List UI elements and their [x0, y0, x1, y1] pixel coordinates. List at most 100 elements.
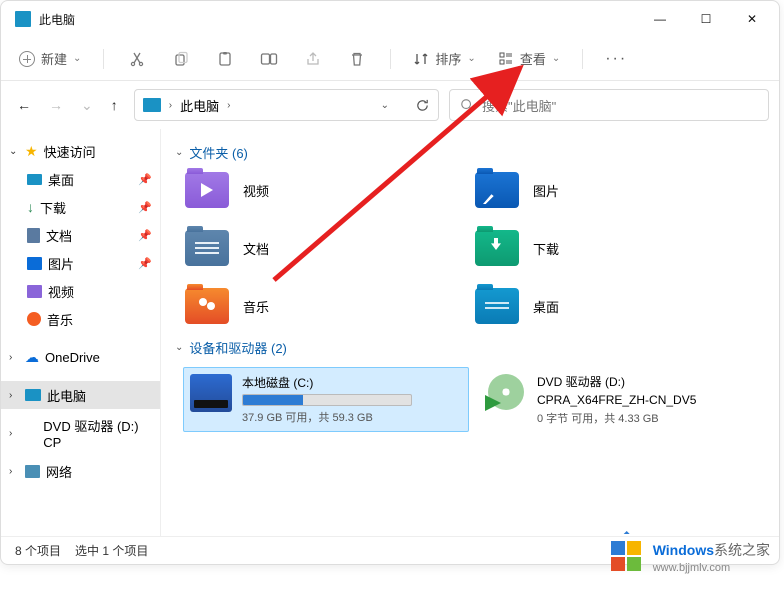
folder-documents[interactable]: 文档 — [185, 230, 475, 266]
this-pc-icon — [15, 11, 31, 27]
sidebar-item-label: 桌面 — [48, 170, 74, 189]
folder-label: 下载 — [533, 239, 559, 258]
expand-icon[interactable]: › — [9, 466, 19, 477]
chevron-down-icon: ⌄ — [552, 53, 560, 64]
drive-c[interactable]: 本地磁盘 (C:) 37.9 GB 可用，共 59.3 GB — [183, 367, 469, 432]
drives-grid: 本地磁盘 (C:) 37.9 GB 可用，共 59.3 GB DVD 驱动器 (… — [183, 367, 765, 432]
rename-button[interactable] — [258, 48, 280, 70]
new-button[interactable]: 新建 ⌄ — [19, 49, 81, 68]
network-icon — [25, 465, 40, 478]
recent-button[interactable]: ⌄ — [81, 97, 93, 114]
search-placeholder: 搜索"此电脑" — [482, 96, 556, 115]
sort-button-label: 排序 — [435, 49, 461, 68]
paste-button[interactable] — [214, 48, 236, 70]
folder-videos[interactable]: 视频 — [185, 172, 475, 208]
folder-label: 文档 — [243, 239, 269, 258]
sidebar-item-videos[interactable]: 视频 — [1, 277, 160, 305]
folder-music[interactable]: 音乐 — [185, 288, 475, 324]
collapse-icon[interactable]: ⌄ — [9, 146, 19, 157]
group-drives-header[interactable]: ⌄ 设备和驱动器 (2) — [175, 338, 765, 357]
folder-icon — [185, 172, 229, 208]
sidebar-item-label: 音乐 — [47, 310, 73, 329]
group-folders-header[interactable]: ⌄ 文件夹 (6) — [175, 143, 765, 162]
watermark-logo — [609, 539, 645, 575]
view-button[interactable]: 查看 ⌄ — [498, 49, 560, 68]
sidebar-onedrive[interactable]: ›☁OneDrive — [1, 343, 160, 371]
download-icon: ↓ — [27, 199, 34, 215]
view-button-label: 查看 — [520, 49, 546, 68]
expand-icon[interactable]: › — [9, 428, 18, 439]
close-button[interactable]: ✕ — [743, 12, 761, 26]
this-pc-icon — [25, 389, 41, 401]
sort-button[interactable]: 排序 ⌄ — [413, 49, 475, 68]
folder-desktop[interactable]: 桌面 — [475, 288, 765, 324]
expand-icon[interactable]: › — [9, 390, 19, 401]
drive-label: CPRA_X64FRE_ZH-CN_DV5 — [537, 393, 696, 407]
copy-button[interactable] — [170, 48, 192, 70]
minimize-button[interactable]: — — [651, 12, 669, 26]
sidebar-item-label: 图片 — [48, 254, 74, 273]
sidebar-network[interactable]: ›网络 — [1, 457, 160, 485]
dvd-icon — [485, 373, 527, 411]
group-label: 文件夹 (6) — [189, 143, 248, 162]
expand-icon[interactable]: › — [9, 352, 19, 363]
toolbar: 新建 ⌄ 排序 ⌄ 查看 ⌄ ··· — [1, 37, 779, 81]
sidebar-item-pictures[interactable]: 图片 📌 — [1, 249, 160, 277]
chevron-right-icon: › — [169, 100, 172, 111]
delete-button[interactable] — [346, 48, 368, 70]
sidebar-quick-access[interactable]: ⌄ ★ 快速访问 — [1, 137, 160, 165]
folder-label: 音乐 — [243, 297, 269, 316]
folder-icon — [475, 288, 519, 324]
sidebar-item-documents[interactable]: 文档📌 — [1, 221, 160, 249]
drive-d[interactable]: DVD 驱动器 (D:) CPRA_X64FRE_ZH-CN_DV5 0 字节 … — [479, 367, 765, 432]
watermark-url: www.bjjmlv.com — [653, 562, 770, 574]
folder-icon — [475, 172, 519, 208]
up-button[interactable]: ↑ — [111, 97, 118, 114]
chevron-down-icon: ⌄ — [73, 53, 81, 64]
separator — [103, 49, 104, 69]
more-button[interactable]: ··· — [605, 48, 627, 70]
capacity-bar — [242, 394, 412, 406]
forward-button[interactable]: → — [49, 97, 63, 114]
drive-detail: 0 字节 可用，共 4.33 GB — [537, 410, 696, 426]
disk-icon — [190, 374, 232, 412]
sidebar-item-label: 文档 — [46, 226, 72, 245]
separator — [582, 49, 583, 69]
sidebar-dvd[interactable]: › DVD 驱动器 (D:) CP — [1, 419, 160, 447]
share-button[interactable] — [302, 48, 324, 70]
collapse-icon: ⌄ — [175, 342, 183, 353]
sidebar-item-downloads[interactable]: ↓ 下载 📌 — [1, 193, 160, 221]
history-dropdown[interactable]: ⌄ — [381, 100, 389, 111]
window-title: 此电脑 — [39, 11, 75, 28]
pin-icon: 📌 — [138, 201, 152, 214]
this-pc-icon — [143, 98, 161, 112]
sidebar-this-pc[interactable]: ›此电脑 — [1, 381, 160, 409]
sidebar-item-label: DVD 驱动器 (D:) CP — [43, 416, 152, 450]
folder-downloads[interactable]: 下载 — [475, 230, 765, 266]
folder-pictures[interactable]: 图片 — [475, 172, 765, 208]
watermark-suffix: 系统之家 — [714, 542, 770, 558]
view-icon — [498, 51, 514, 67]
collapse-icon: ⌄ — [175, 147, 183, 158]
navigation-row: ← → ⌄ ↑ › 此电脑 › ⌄ 搜索"此电脑" — [1, 81, 779, 129]
search-icon — [460, 98, 474, 112]
search-input[interactable]: 搜索"此电脑" — [449, 89, 769, 121]
maximize-button[interactable]: ☐ — [697, 12, 715, 26]
refresh-button[interactable] — [415, 98, 430, 113]
sidebar-item-music[interactable]: 音乐 — [1, 305, 160, 333]
back-button[interactable]: ← — [17, 97, 31, 114]
document-icon — [27, 228, 40, 243]
drive-name: 本地磁盘 (C:) — [242, 374, 412, 391]
pin-icon: 📌 — [138, 173, 152, 186]
sidebar-item-desktop[interactable]: 桌面 📌 — [1, 165, 160, 193]
window-controls: — ☐ ✕ — [651, 12, 771, 26]
sidebar-item-label: 下载 — [40, 198, 66, 217]
navigation-pane: ⌄ ★ 快速访问 桌面 📌 ↓ 下载 📌 文档📌 图片 📌 视频 音乐 ›☁OneDri… — [1, 129, 161, 536]
address-bar[interactable]: › 此电脑 › ⌄ — [134, 89, 439, 121]
new-button-label: 新建 — [41, 49, 67, 68]
sidebar-item-label: 视频 — [48, 282, 74, 301]
folder-icon — [185, 230, 229, 266]
cut-button[interactable] — [126, 48, 148, 70]
group-label: 设备和驱动器 (2) — [189, 338, 287, 357]
pin-icon: 📌 — [138, 257, 152, 270]
